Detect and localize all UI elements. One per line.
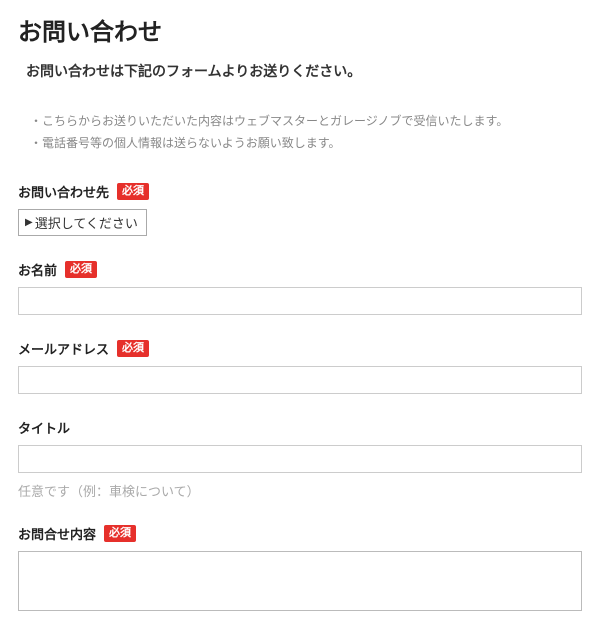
page-title: お問い合わせ [18, 12, 582, 47]
field-subject: タイトル 任意です（例：車検について） [18, 418, 582, 500]
body-textarea[interactable] [18, 551, 582, 611]
required-badge: 必須 [117, 340, 149, 357]
required-badge: 必須 [65, 261, 97, 278]
note-line-1: ・こちらからお送りいただいた内容はウェブマスターとガレージノブで受信いたします。 [30, 111, 582, 133]
notes-block: ・こちらからお送りいただいた内容はウェブマスターとガレージノブで受信いたします。… [30, 111, 582, 154]
label-subject: タイトル [18, 418, 70, 437]
field-destination: お問い合わせ先 必須 ▶選択してください [18, 182, 582, 236]
dropdown-triangle-icon: ▶ [25, 217, 33, 228]
subject-input[interactable] [18, 445, 582, 473]
label-destination: お問い合わせ先 [18, 182, 109, 201]
name-input[interactable] [18, 287, 582, 315]
required-badge: 必須 [117, 183, 149, 200]
destination-select[interactable]: ▶選択してください [18, 209, 147, 236]
field-body: お問合せ内容 必須 [18, 524, 582, 616]
label-name: お名前 [18, 260, 57, 279]
subject-hint: 任意です（例：車検について） [18, 481, 582, 500]
field-name: お名前 必須 [18, 260, 582, 315]
label-body: お問合せ内容 [18, 524, 96, 543]
destination-selected-text: 選択してください [35, 213, 138, 232]
label-email: メールアドレス [18, 339, 109, 358]
field-email: メールアドレス 必須 [18, 339, 582, 394]
email-input[interactable] [18, 366, 582, 394]
note-line-2: ・電話番号等の個人情報は送らないようお願い致します。 [30, 133, 582, 155]
required-badge: 必須 [104, 525, 136, 542]
intro-text: お問い合わせは下記のフォームよりお送りください。 [26, 61, 582, 81]
